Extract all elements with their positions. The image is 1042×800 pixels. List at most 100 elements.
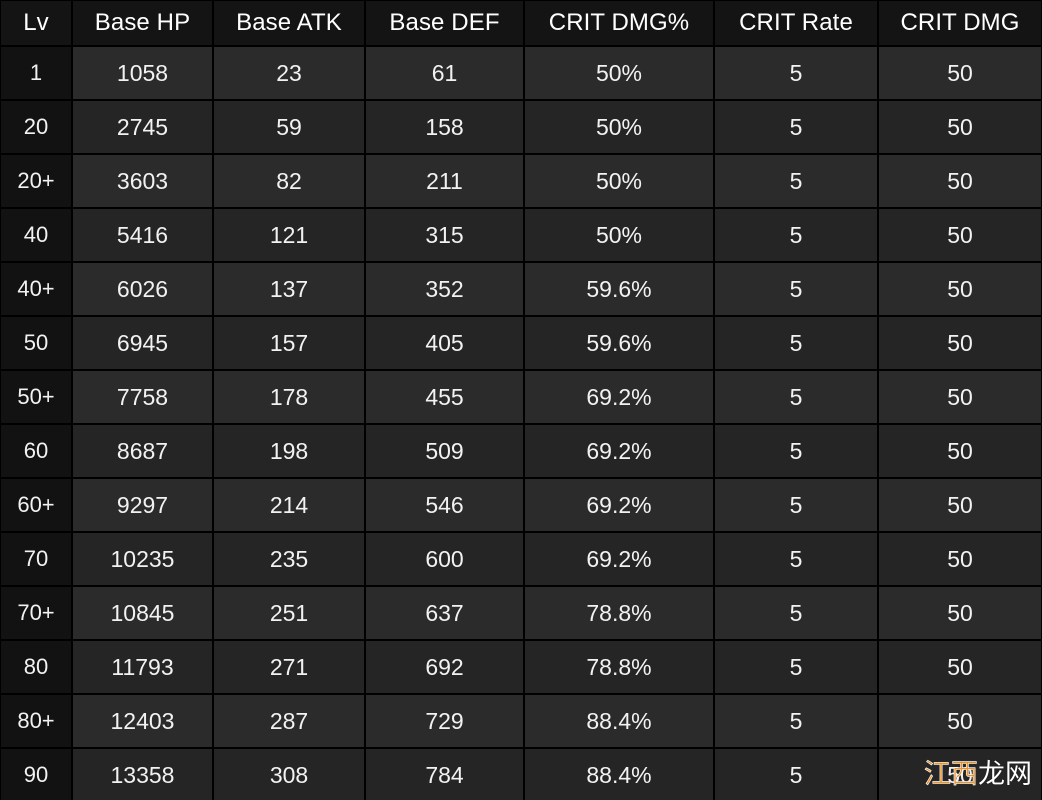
cell-crit-rate: 5	[715, 371, 877, 423]
cell-base-def: 405	[366, 317, 523, 369]
cell-base-atk: 287	[214, 695, 364, 747]
cell-base-atk: 198	[214, 425, 364, 477]
cell-crit-dmg: 50	[879, 533, 1041, 585]
cell-base-def: 546	[366, 479, 523, 531]
cell-lv: 60+	[1, 479, 71, 531]
cell-base-hp: 3603	[73, 155, 212, 207]
table-row: 50+ 7758 178 455 69.2% 5 50	[1, 371, 1042, 423]
cell-crit-rate: 5	[715, 47, 877, 99]
cell-crit-dmg-pct: 69.2%	[525, 533, 713, 585]
cell-crit-dmg: 50	[879, 317, 1041, 369]
column-header-crit-rate: CRIT Rate	[715, 1, 877, 45]
cell-crit-dmg-pct: 50%	[525, 209, 713, 261]
table-row: 20+ 3603 82 211 50% 5 50	[1, 155, 1042, 207]
table-row: 40 5416 121 315 50% 5 50	[1, 209, 1042, 261]
table-row: 60+ 9297 214 546 69.2% 5 50	[1, 479, 1042, 531]
column-header-base-def: Base DEF	[366, 1, 523, 45]
cell-base-atk: 157	[214, 317, 364, 369]
cell-crit-dmg: 50	[879, 749, 1041, 800]
cell-base-atk: 308	[214, 749, 364, 800]
cell-crit-dmg-pct: 50%	[525, 101, 713, 153]
cell-base-hp: 2745	[73, 101, 212, 153]
cell-lv: 50+	[1, 371, 71, 423]
cell-crit-dmg-pct: 59.6%	[525, 263, 713, 315]
cell-base-hp: 13358	[73, 749, 212, 800]
cell-lv: 70+	[1, 587, 71, 639]
cell-base-def: 315	[366, 209, 523, 261]
cell-base-def: 211	[366, 155, 523, 207]
cell-crit-dmg-pct: 88.4%	[525, 749, 713, 800]
cell-crit-dmg-pct: 78.8%	[525, 641, 713, 693]
table-row: 60 8687 198 509 69.2% 5 50	[1, 425, 1042, 477]
cell-base-hp: 6945	[73, 317, 212, 369]
cell-base-def: 455	[366, 371, 523, 423]
column-header-base-hp: Base HP	[73, 1, 212, 45]
cell-crit-dmg-pct: 88.4%	[525, 695, 713, 747]
cell-base-hp: 12403	[73, 695, 212, 747]
cell-base-hp: 10235	[73, 533, 212, 585]
cell-base-hp: 10845	[73, 587, 212, 639]
cell-base-atk: 59	[214, 101, 364, 153]
cell-crit-dmg: 50	[879, 209, 1041, 261]
cell-base-atk: 178	[214, 371, 364, 423]
cell-crit-dmg-pct: 59.6%	[525, 317, 713, 369]
cell-lv: 20	[1, 101, 71, 153]
cell-base-atk: 137	[214, 263, 364, 315]
cell-crit-rate: 5	[715, 587, 877, 639]
column-header-lv: Lv	[1, 1, 71, 45]
cell-base-def: 509	[366, 425, 523, 477]
cell-lv: 70	[1, 533, 71, 585]
cell-base-atk: 271	[214, 641, 364, 693]
cell-lv: 1	[1, 47, 71, 99]
cell-base-atk: 82	[214, 155, 364, 207]
cell-base-hp: 5416	[73, 209, 212, 261]
cell-crit-dmg: 50	[879, 479, 1041, 531]
cell-crit-rate: 5	[715, 479, 877, 531]
cell-base-hp: 8687	[73, 425, 212, 477]
table-row: 80 11793 271 692 78.8% 5 50	[1, 641, 1042, 693]
cell-base-atk: 214	[214, 479, 364, 531]
table-row: 80+ 12403 287 729 88.4% 5 50	[1, 695, 1042, 747]
cell-base-hp: 9297	[73, 479, 212, 531]
cell-base-hp: 1058	[73, 47, 212, 99]
cell-crit-dmg: 50	[879, 155, 1041, 207]
cell-crit-rate: 5	[715, 749, 877, 800]
cell-crit-rate: 5	[715, 317, 877, 369]
cell-crit-rate: 5	[715, 695, 877, 747]
cell-crit-rate: 5	[715, 425, 877, 477]
character-stat-table: Lv Base HP Base ATK Base DEF CRIT DMG% C…	[0, 0, 1042, 800]
cell-crit-rate: 5	[715, 533, 877, 585]
table-body: 1 1058 23 61 50% 5 50 20 2745 59 158 50% 5 50 20+ 3603 8…	[1, 47, 1042, 800]
table-row: 70 10235 235 600 69.2% 5 50	[1, 533, 1042, 585]
cell-crit-dmg-pct: 69.2%	[525, 479, 713, 531]
cell-base-atk: 251	[214, 587, 364, 639]
cell-lv: 80	[1, 641, 71, 693]
cell-lv: 50	[1, 317, 71, 369]
cell-crit-rate: 5	[715, 263, 877, 315]
cell-base-hp: 7758	[73, 371, 212, 423]
cell-crit-dmg: 50	[879, 101, 1041, 153]
cell-base-atk: 121	[214, 209, 364, 261]
cell-base-def: 158	[366, 101, 523, 153]
cell-base-def: 692	[366, 641, 523, 693]
cell-crit-rate: 5	[715, 641, 877, 693]
cell-lv: 90	[1, 749, 71, 800]
cell-crit-dmg-pct: 69.2%	[525, 371, 713, 423]
cell-crit-dmg-pct: 50%	[525, 155, 713, 207]
cell-base-hp: 11793	[73, 641, 212, 693]
column-header-crit-dmg: CRIT DMG	[879, 1, 1041, 45]
table-row: 1 1058 23 61 50% 5 50	[1, 47, 1042, 99]
cell-lv: 60	[1, 425, 71, 477]
table-row: 40+ 6026 137 352 59.6% 5 50	[1, 263, 1042, 315]
cell-crit-dmg: 50	[879, 263, 1041, 315]
cell-lv: 20+	[1, 155, 71, 207]
cell-crit-dmg: 50	[879, 641, 1041, 693]
cell-base-def: 637	[366, 587, 523, 639]
cell-crit-dmg: 50	[879, 371, 1041, 423]
table-row: 70+ 10845 251 637 78.8% 5 50	[1, 587, 1042, 639]
column-header-base-atk: Base ATK	[214, 1, 364, 45]
column-header-crit-dmg-pct: CRIT DMG%	[525, 1, 713, 45]
cell-crit-dmg-pct: 50%	[525, 47, 713, 99]
header-row: Lv Base HP Base ATK Base DEF CRIT DMG% C…	[1, 1, 1042, 45]
table-row: 20 2745 59 158 50% 5 50	[1, 101, 1042, 153]
